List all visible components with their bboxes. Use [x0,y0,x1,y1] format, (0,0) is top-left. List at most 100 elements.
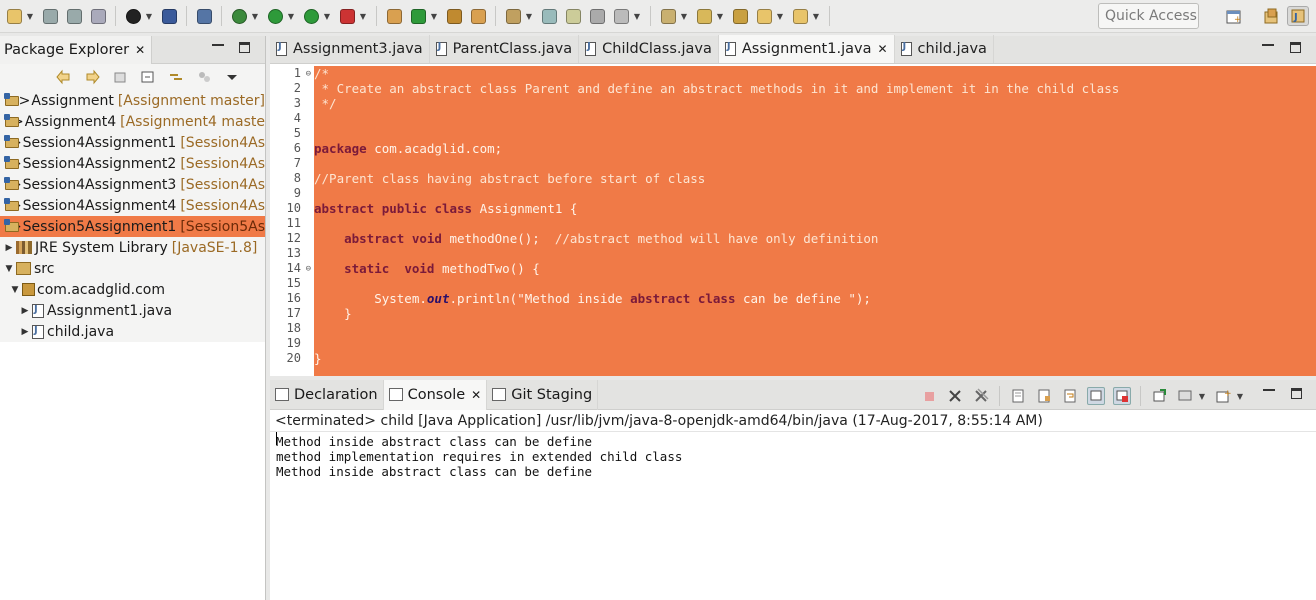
tab-declaration[interactable]: Declaration [270,379,384,410]
tab-git-staging[interactable]: Git Staging [487,379,599,410]
tab-parentclass-java[interactable]: ParentClass.java [430,35,580,63]
tab-assignment1-java[interactable]: Assignment1.java ✕ [718,35,895,63]
open-perspective-icon[interactable]: + [1225,8,1243,26]
print-icon[interactable] [89,7,107,25]
scroll-lock-icon[interactable] [1035,387,1053,405]
view-menu-icon[interactable] [223,68,241,86]
code-text[interactable]: /* * Create an abstract class Parent and… [314,66,1316,366]
chevron-down-icon[interactable]: ▼ [287,7,295,25]
up-icon[interactable] [111,68,129,86]
remove-all-terminated-icon[interactable] [972,387,990,405]
tree-item-project[interactable]: >Session4Assignment3[Session4As [0,174,265,195]
last-edit-icon[interactable] [731,7,749,25]
open-folder-icon[interactable] [469,7,487,25]
open-type-icon[interactable] [445,7,463,25]
next-annotation-icon[interactable] [659,7,677,25]
terminate-icon[interactable] [920,387,938,405]
chevron-down-icon[interactable]: ▼ [1236,387,1244,405]
maximize-icon[interactable] [239,42,250,53]
toggle-mark-occurrences-icon[interactable] [540,7,558,25]
tab-console[interactable]: Console ✕ [383,379,488,410]
chevron-down-icon[interactable]: ▼ [716,7,724,25]
tab-package-explorer[interactable]: Package Explorer ✕ [0,35,153,64]
run-icon[interactable] [266,7,284,25]
console-output[interactable]: Method inside abstract class can be defi… [270,432,1316,479]
link-with-editor-icon[interactable] [167,68,185,86]
chevron-down-icon[interactable]: ▼ [776,7,784,25]
tree-item-project[interactable]: >Session4Assignment2[Session4As [0,153,265,174]
skip-breakpoints-icon[interactable] [195,7,213,25]
clear-console-icon[interactable] [1009,387,1027,405]
java-perspective-icon[interactable]: J [1287,6,1309,26]
show-whitespace-icon[interactable] [612,7,630,25]
fold-toggle-icon[interactable]: ⊖ [306,67,311,82]
back-icon[interactable] [55,68,73,86]
tree-item-src[interactable]: ▼ src [0,258,265,279]
tree-item-project[interactable]: >Session4Assignment1[Session4As [0,132,265,153]
tree-item-file[interactable]: ▶ child.java [0,321,265,342]
chevron-down-icon[interactable]: ▼ [359,7,367,25]
chevron-down-icon[interactable]: ▼ [26,7,34,25]
show-on-error-icon[interactable] [1113,387,1131,405]
chevron-down-icon[interactable]: ▼ [1198,387,1206,405]
coverage-icon[interactable] [302,7,320,25]
maximize-icon[interactable] [1290,42,1301,53]
remove-launch-icon[interactable] [946,387,964,405]
chevron-down-icon[interactable]: ▼ [323,7,331,25]
collapse-all-icon[interactable] [139,68,157,86]
chevron-down-icon[interactable]: ▼ [145,7,153,25]
expand-arrow-icon[interactable]: ▶ [4,243,14,253]
collapse-arrow-icon[interactable]: ▼ [10,285,20,295]
code-editor[interactable]: 1 ⊖ 2 3 4 5 6 7 8 9 10 11 12 13 14 ⊖ 15 16 17 18 19 20 /* * C… [270,66,1316,376]
search-icon[interactable] [504,7,522,25]
save-icon[interactable] [41,7,59,25]
terminal-icon[interactable] [160,7,178,25]
chevron-down-icon[interactable]: ▼ [633,7,641,25]
fold-toggle-icon[interactable]: ⊖ [306,262,311,277]
java-ee-perspective-icon[interactable] [1262,8,1280,26]
focus-icon[interactable] [195,68,213,86]
show-on-output-icon[interactable] [1087,387,1105,405]
close-icon[interactable]: ✕ [135,43,145,57]
prev-annotation-icon[interactable] [695,7,713,25]
word-wrap-icon[interactable] [1061,387,1079,405]
new-java-project-icon[interactable] [385,7,403,25]
highlight-icon[interactable] [564,7,582,25]
minimize-icon[interactable] [212,43,224,46]
external-tools-icon[interactable] [338,7,356,25]
forward-icon[interactable] [83,68,101,86]
close-icon[interactable]: ✕ [877,42,887,56]
tree-item-package[interactable]: ▼ com.acadglid.com [0,279,265,300]
tab-childclass-java[interactable]: ChildClass.java [579,35,719,63]
tree-item-file[interactable]: ▶ Assignment1.java [0,300,265,321]
chevron-down-icon[interactable]: ▼ [812,7,820,25]
debug-icon[interactable] [230,7,248,25]
chevron-down-icon[interactable]: ▼ [680,7,688,25]
tree-item-project[interactable]: >Session4Assignment4[Session4As [0,195,265,216]
display-selected-console-icon[interactable] [1176,387,1194,405]
tree-item-project[interactable]: > Assignment [Assignment master] [0,90,265,111]
pin-console-icon[interactable] [1150,387,1168,405]
new-class-icon[interactable] [409,7,427,25]
chevron-down-icon[interactable]: ▼ [430,7,438,25]
back-icon[interactable] [755,7,773,25]
tab-child-java[interactable]: child.java [895,35,994,63]
collapse-arrow-icon[interactable]: ▼ [4,264,14,274]
new-icon[interactable] [5,7,23,25]
toggle-block-icon[interactable] [588,7,606,25]
minimize-icon[interactable] [1263,388,1275,391]
quick-access-field[interactable]: Quick Access [1098,3,1199,29]
minimize-icon[interactable] [1262,43,1274,46]
tree-item-project[interactable]: >Assignment4[Assignment4 maste [0,111,265,132]
chevron-down-icon[interactable]: ▼ [525,7,533,25]
expand-arrow-icon[interactable]: ▶ [20,306,30,316]
maximize-icon[interactable] [1291,388,1302,399]
forward-icon[interactable] [791,7,809,25]
open-console-icon[interactable]: + [1214,387,1232,405]
tree-item-library[interactable]: ▶ JRE System Library [JavaSE-1.8] [0,237,265,258]
expand-arrow-icon[interactable]: ▶ [20,327,30,337]
profile-icon[interactable] [124,7,142,25]
close-icon[interactable]: ✕ [471,388,481,402]
save-all-icon[interactable] [65,7,83,25]
tab-assignment3-java[interactable]: Assignment3.java [270,35,430,63]
